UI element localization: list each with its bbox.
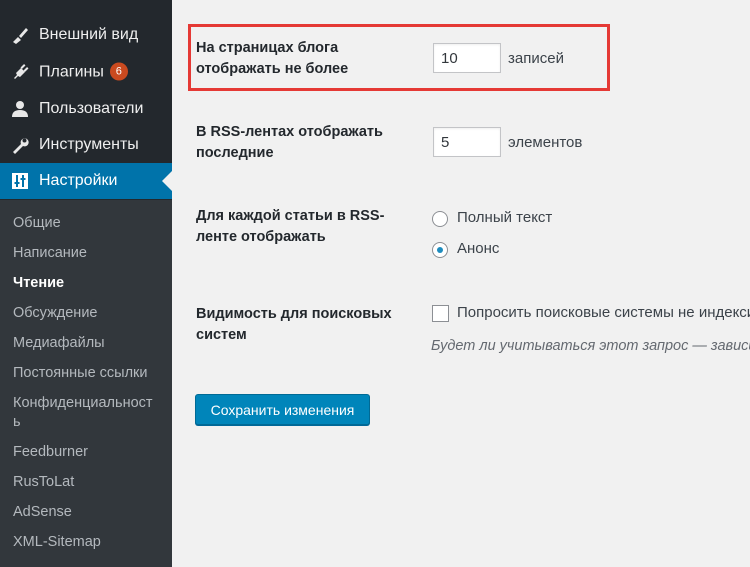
rss-content-label: Для каждой статьи в RSS-ленте отображать — [196, 208, 385, 245]
posts-per-page-suffix: записей — [508, 50, 564, 67]
posts-per-rss-label: В RSS-лентах отображать последние — [196, 124, 383, 161]
menu-label: Пользователи — [39, 100, 144, 117]
menu-item-plugins[interactable]: Плагины 6 — [0, 54, 172, 90]
settings-sliders-icon — [9, 170, 31, 192]
discourage-search-label[interactable]: Попросить поисковые системы не индексиро… — [457, 304, 750, 321]
settings-submenu: Общие Написание Чтение Обсуждение Медиаф… — [0, 200, 172, 567]
submenu-privacy[interactable]: Конфиденциальност — [13, 393, 153, 413]
posts-per-rss-input[interactable] — [433, 127, 501, 157]
menu-item-settings[interactable]: Настройки — [0, 163, 172, 199]
submenu-reading[interactable]: Чтение — [13, 273, 64, 293]
menu-item-appearance[interactable]: Внешний вид — [0, 17, 172, 53]
submenu-permalinks[interactable]: Постоянные ссылки — [13, 363, 148, 383]
menu-item-tools[interactable]: Инструменты — [0, 127, 172, 163]
radio-full-text[interactable] — [432, 211, 448, 227]
posts-per-rss-suffix: элементов — [508, 134, 583, 151]
discourage-search-checkbox[interactable] — [432, 305, 449, 322]
update-count-badge: 6 — [109, 62, 128, 81]
submenu-discussion[interactable]: Обсуждение — [13, 303, 97, 323]
menu-label: Инструменты — [39, 136, 139, 153]
submenu-rustolat[interactable]: RusToLat — [13, 472, 74, 492]
submenu-media[interactable]: Медиафайлы — [13, 333, 105, 353]
posts-per-page-label: На страницах блога отображать не более — [196, 40, 349, 77]
radio-excerpt[interactable] — [432, 242, 448, 258]
radio-full-text-label[interactable]: Полный текст — [457, 209, 552, 226]
submenu-privacy-wrap[interactable]: ь — [13, 412, 21, 432]
paintbrush-icon — [9, 24, 31, 46]
active-menu-arrow — [162, 171, 172, 191]
plugin-icon — [9, 61, 31, 83]
reading-settings-form: На страницах блога отображать не более з… — [172, 0, 750, 567]
menu-label: Плагины — [39, 63, 104, 81]
radio-excerpt-label[interactable]: Анонс — [457, 240, 499, 257]
wrench-icon — [9, 134, 31, 156]
menu-label: Настройки — [39, 172, 118, 189]
search-visibility-label: Видимость для поисковых систем — [196, 306, 392, 343]
search-visibility-description: Будет ли учитываться этот запрос — завис… — [431, 338, 750, 354]
submenu-general[interactable]: Общие — [13, 213, 61, 233]
submenu-writing[interactable]: Написание — [13, 243, 87, 263]
submenu-feedburner[interactable]: Feedburner — [13, 442, 88, 462]
user-icon — [9, 98, 31, 120]
menu-item-users[interactable]: Пользователи — [0, 91, 172, 127]
submenu-adsense[interactable]: AdSense — [13, 502, 72, 522]
menu-label: Внешний вид — [39, 26, 139, 43]
save-changes-button[interactable]: Сохранить изменения — [195, 394, 370, 425]
submenu-xml-sitemap[interactable]: XML-Sitemap — [13, 532, 101, 552]
posts-per-page-input[interactable] — [433, 43, 501, 73]
admin-sidebar: Внешний вид Плагины 6 Пользователи Инстру… — [0, 0, 172, 567]
